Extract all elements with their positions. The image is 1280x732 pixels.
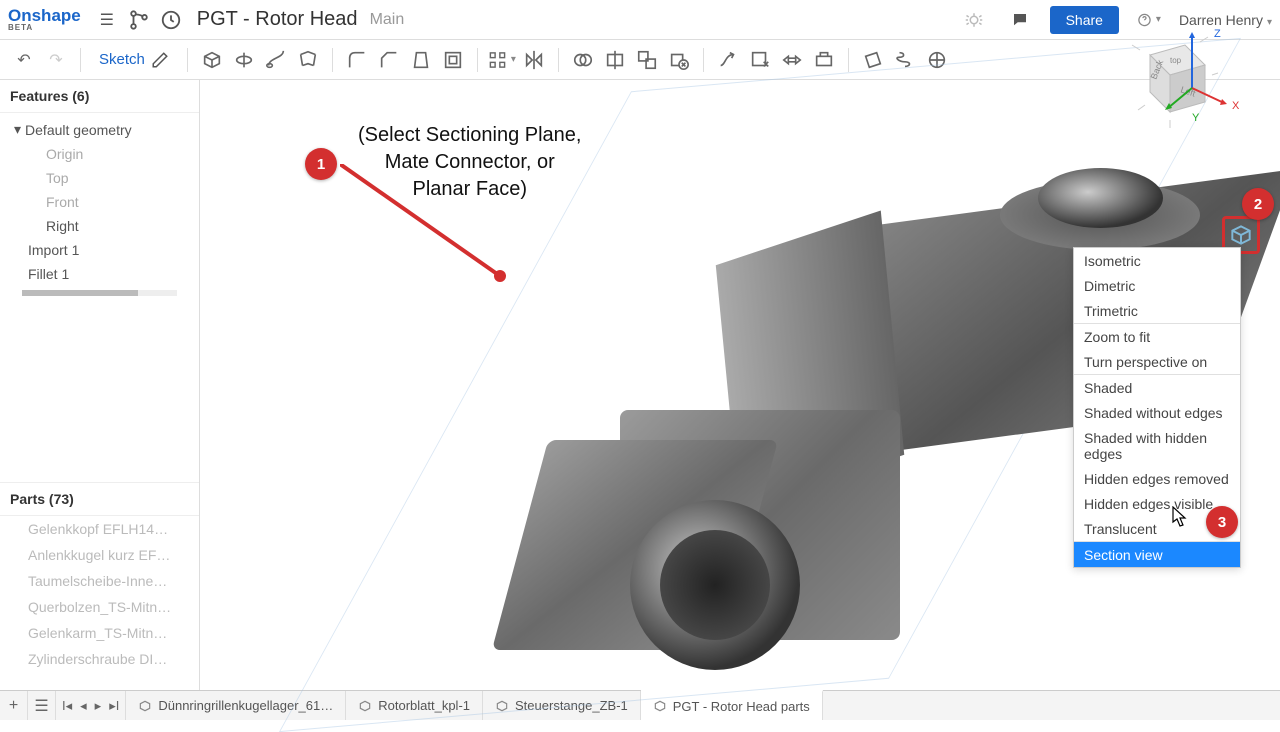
feature-sidebar: Features (6) ▾Default geometry Origin To… (0, 80, 200, 690)
bug-icon[interactable] (962, 8, 986, 32)
help-icon[interactable] (1137, 8, 1161, 32)
tab-nav: I◂ ◂ ▸ ▸I (56, 691, 126, 720)
callout-3: 3 (1206, 506, 1238, 538)
callout-1: 1 (305, 148, 337, 180)
next-tab-icon[interactable]: ▸ (95, 698, 102, 714)
part-item[interactable]: Gelenkarm_TS-Mitn… (0, 620, 199, 646)
prev-tab-icon[interactable]: ◂ (80, 698, 87, 714)
split-icon[interactable] (601, 46, 629, 74)
right-plane-node[interactable]: Right (0, 214, 199, 238)
menu-trimetric[interactable]: Trimetric (1074, 298, 1240, 323)
branch-name[interactable]: Main (370, 11, 405, 29)
cursor-icon (1170, 506, 1188, 533)
redo-button[interactable]: ↷ (42, 46, 70, 74)
menu-shaded-no-edges[interactable]: Shaded without edges (1074, 400, 1240, 425)
part-item[interactable]: Gelenkkopf EFLH14… (0, 516, 199, 542)
menu-hidden-removed[interactable]: Hidden edges removed (1074, 466, 1240, 491)
last-tab-icon[interactable]: ▸I (109, 698, 119, 714)
move-face-icon[interactable] (778, 46, 806, 74)
top-plane-node[interactable]: Top (0, 166, 199, 190)
app-header: Onshape BETA ☰ PGT - Rotor Head Main Sha… (0, 0, 1280, 40)
history-icon[interactable] (159, 8, 183, 32)
front-plane-node[interactable]: Front (0, 190, 199, 214)
mirror-icon[interactable] (520, 46, 548, 74)
boolean-icon[interactable] (569, 46, 597, 74)
part-item[interactable]: Zylinderschraube DI… (0, 646, 199, 672)
document-title: PGT - Rotor Head (197, 8, 358, 31)
menu-icon[interactable]: ☰ (95, 8, 119, 32)
fillet-node[interactable]: Fillet 1 (0, 262, 199, 286)
menu-isometric[interactable]: Isometric (1074, 248, 1240, 273)
menu-perspective[interactable]: Turn perspective on (1074, 349, 1240, 374)
pattern-icon[interactable] (488, 46, 516, 74)
extrude-icon[interactable] (198, 46, 226, 74)
modify-fillet-icon[interactable] (714, 46, 742, 74)
part-item[interactable]: Taumelscheibe-Inne… (0, 568, 199, 594)
branch-icon[interactable] (127, 8, 151, 32)
menu-section-view[interactable]: Section view (1074, 542, 1240, 567)
feature-scrollbar[interactable] (22, 290, 177, 296)
features-header: Features (6) (0, 80, 199, 113)
menu-shaded-hidden[interactable]: Shaded with hidden edges (1074, 425, 1240, 466)
revolve-icon[interactable] (230, 46, 258, 74)
annotation-arrow (340, 164, 508, 284)
comment-icon[interactable] (1008, 8, 1032, 32)
axis-triad: ZXY (1162, 28, 1232, 126)
chamfer-icon[interactable] (375, 46, 403, 74)
transform-icon[interactable] (633, 46, 661, 74)
parts-header: Parts (73) (0, 482, 199, 516)
undo-button[interactable]: ↶ (10, 46, 38, 74)
loft-icon[interactable] (294, 46, 322, 74)
part-item[interactable]: Querbolzen_TS-Mitn… (0, 594, 199, 620)
part-item[interactable]: Anlenkkugel kurz EF… (0, 542, 199, 568)
model-hole[interactable] (630, 500, 800, 670)
delete-part-icon[interactable] (665, 46, 693, 74)
delete-face-icon[interactable] (746, 46, 774, 74)
fillet-icon[interactable] (343, 46, 371, 74)
menu-shaded[interactable]: Shaded (1074, 375, 1240, 400)
replace-face-icon[interactable] (810, 46, 838, 74)
default-geometry-node[interactable]: ▾Default geometry (0, 117, 199, 142)
menu-zoom-fit[interactable]: Zoom to fit (1074, 324, 1240, 349)
import-node[interactable]: Import 1 (0, 238, 199, 262)
origin-node[interactable]: Origin (0, 142, 199, 166)
share-button[interactable]: Share (1050, 6, 1119, 34)
user-menu[interactable]: Darren Henry (1179, 12, 1272, 28)
tab-list-button[interactable]: ☰ (28, 691, 56, 720)
draft-icon[interactable] (407, 46, 435, 74)
sketch-button[interactable]: Sketch (91, 47, 177, 73)
model-hole[interactable] (1038, 168, 1163, 228)
menu-dimetric[interactable]: Dimetric (1074, 273, 1240, 298)
shell-icon[interactable] (439, 46, 467, 74)
sweep-icon[interactable] (262, 46, 290, 74)
callout-2: 2 (1242, 188, 1274, 220)
first-tab-icon[interactable]: I◂ (62, 698, 72, 714)
add-tab-button[interactable]: + (0, 691, 28, 720)
onshape-logo[interactable]: Onshape BETA (8, 7, 81, 32)
